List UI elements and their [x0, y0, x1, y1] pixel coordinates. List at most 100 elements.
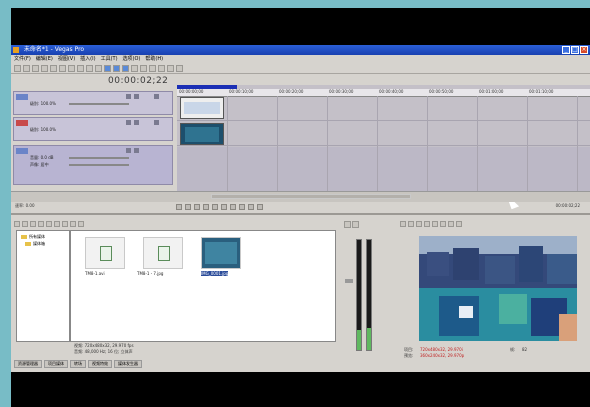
track-header-video-2[interactable]: 级别: 100.0%: [13, 117, 173, 141]
track-lane-video-1[interactable]: [177, 96, 590, 121]
render-icon[interactable]: [41, 64, 48, 72]
solo-icon[interactable]: [134, 120, 139, 125]
open-icon[interactable]: [23, 64, 30, 72]
pause-icon[interactable]: [212, 203, 218, 210]
undo-icon[interactable]: [86, 64, 93, 72]
track-header-video-1[interactable]: 级别: 100.0%: [13, 91, 173, 115]
envelope-tool-icon[interactable]: [113, 64, 120, 72]
up-folder-icon[interactable]: [30, 221, 36, 227]
media-file-icon: [158, 246, 170, 261]
track-lane-audio-3[interactable]: [177, 147, 590, 192]
image-clip[interactable]: [180, 123, 224, 145]
prev-frame-icon[interactable]: [248, 203, 254, 210]
tab-media-generators[interactable]: 媒体发生器: [114, 360, 142, 368]
media-file-thumbnail[interactable]: [85, 237, 125, 269]
track-fx-icon[interactable]: [154, 94, 159, 99]
preview-fx-icon[interactable]: [416, 221, 422, 227]
menu-edit[interactable]: 编辑(E): [36, 55, 53, 63]
record-icon[interactable]: [176, 203, 182, 210]
tree-node-label: 媒体箱: [33, 241, 45, 246]
import-icon[interactable]: [78, 221, 84, 227]
lock-envelopes-icon[interactable]: [158, 64, 165, 72]
minimize-button[interactable]: _: [562, 46, 570, 54]
level-slider[interactable]: [69, 103, 129, 105]
mute-icon[interactable]: [126, 94, 131, 99]
track-lane-video-2[interactable]: [177, 121, 590, 146]
back-icon[interactable]: [14, 221, 20, 227]
timeline-scrollbar[interactable]: [11, 191, 590, 202]
menu-tools[interactable]: 工具(T): [101, 55, 118, 63]
pan-slider[interactable]: [69, 164, 129, 166]
menu-help[interactable]: 帮助(H): [145, 55, 163, 63]
tree-node[interactable]: 媒体箱: [25, 241, 45, 247]
zoom-tool-icon[interactable]: [131, 64, 138, 72]
preview-quality-icon[interactable]: [432, 221, 438, 227]
selection-tool-icon[interactable]: [122, 64, 129, 72]
maximize-button[interactable]: □: [571, 46, 579, 54]
solo-icon[interactable]: [134, 94, 139, 99]
folder-tree[interactable]: 所有媒体 媒体箱: [16, 230, 70, 342]
close-button[interactable]: ×: [580, 46, 588, 54]
timeline-area[interactable]: 00:00:00;00 00:00:10;00 00:00:20;00 00:0…: [177, 85, 590, 210]
save-snapshot-icon[interactable]: [456, 221, 462, 227]
tree-node[interactable]: 所有媒体: [21, 234, 45, 240]
help-icon[interactable]: [176, 64, 183, 72]
redo-icon[interactable]: [95, 64, 102, 72]
loop-icon[interactable]: [185, 203, 191, 210]
ignore-grouping-icon[interactable]: [167, 64, 174, 72]
solo-icon[interactable]: [134, 148, 139, 153]
tab-project-media[interactable]: 项目媒体: [44, 360, 68, 368]
video-clip[interactable]: [180, 97, 224, 119]
go-to-end-icon[interactable]: [239, 203, 245, 210]
menu-view[interactable]: 视图(V): [58, 55, 75, 63]
ruler-tick: 00:00:50;00: [429, 89, 454, 94]
menu-file[interactable]: 文件(F): [14, 55, 31, 63]
media-file-thumbnail[interactable]: [143, 237, 183, 269]
normal-edit-tool-icon[interactable]: [104, 64, 111, 72]
tab-transitions[interactable]: 转场: [70, 360, 86, 368]
properties-icon[interactable]: [50, 64, 57, 72]
refresh-icon[interactable]: [38, 221, 44, 227]
snapping-icon[interactable]: [140, 64, 147, 72]
overlays-icon[interactable]: [440, 221, 446, 227]
play-icon[interactable]: [203, 203, 209, 210]
tab-video-fx[interactable]: 视频特效: [88, 360, 112, 368]
go-to-start-icon[interactable]: [230, 203, 236, 210]
track-fx-icon[interactable]: [154, 120, 159, 125]
mute-icon[interactable]: [126, 120, 131, 125]
delete-icon[interactable]: [46, 221, 52, 227]
next-frame-icon[interactable]: [257, 203, 263, 210]
stop-icon[interactable]: [221, 203, 227, 210]
mixer-mute-icon[interactable]: [352, 221, 359, 228]
master-fader[interactable]: [345, 279, 353, 283]
copy-snapshot-icon[interactable]: [448, 221, 454, 227]
play-from-start-icon[interactable]: [194, 203, 200, 210]
track-number-badge: [16, 94, 28, 100]
menu-insert[interactable]: 插入(I): [80, 55, 95, 63]
save-icon[interactable]: [32, 64, 39, 72]
docking-tabs: 资源管理器 项目媒体 转场 视频特效 媒体发生器: [14, 360, 334, 368]
playback-rate: 速率: 0.00: [15, 203, 35, 208]
mixer-settings-icon[interactable]: [344, 221, 351, 228]
scrollbar-thumb[interactable]: [211, 194, 411, 199]
track-volume-label: 音量: 0.0 dB: [30, 155, 54, 160]
views-icon[interactable]: [62, 221, 68, 227]
paste-icon[interactable]: [77, 64, 84, 72]
copy-icon[interactable]: [68, 64, 75, 72]
add-folder-icon[interactable]: [70, 221, 76, 227]
preview-properties-icon[interactable]: [400, 221, 406, 227]
preview-icon[interactable]: [54, 221, 60, 227]
forward-icon[interactable]: [22, 221, 28, 227]
ruler-tick: 00:00:00;00: [179, 89, 204, 94]
tab-explorer[interactable]: 资源管理器: [14, 360, 42, 368]
volume-slider[interactable]: [69, 157, 129, 159]
preview-external-icon[interactable]: [408, 221, 414, 227]
track-header-audio-3[interactable]: 音量: 0.0 dB 声像: 居中: [13, 145, 173, 185]
auto-ripple-icon[interactable]: [149, 64, 156, 72]
media-image-thumbnail[interactable]: [201, 237, 241, 269]
menu-options[interactable]: 选项(O): [123, 55, 141, 63]
new-icon[interactable]: [14, 64, 21, 72]
split-screen-icon[interactable]: [424, 221, 430, 227]
mute-icon[interactable]: [126, 148, 131, 153]
cut-icon[interactable]: [59, 64, 66, 72]
